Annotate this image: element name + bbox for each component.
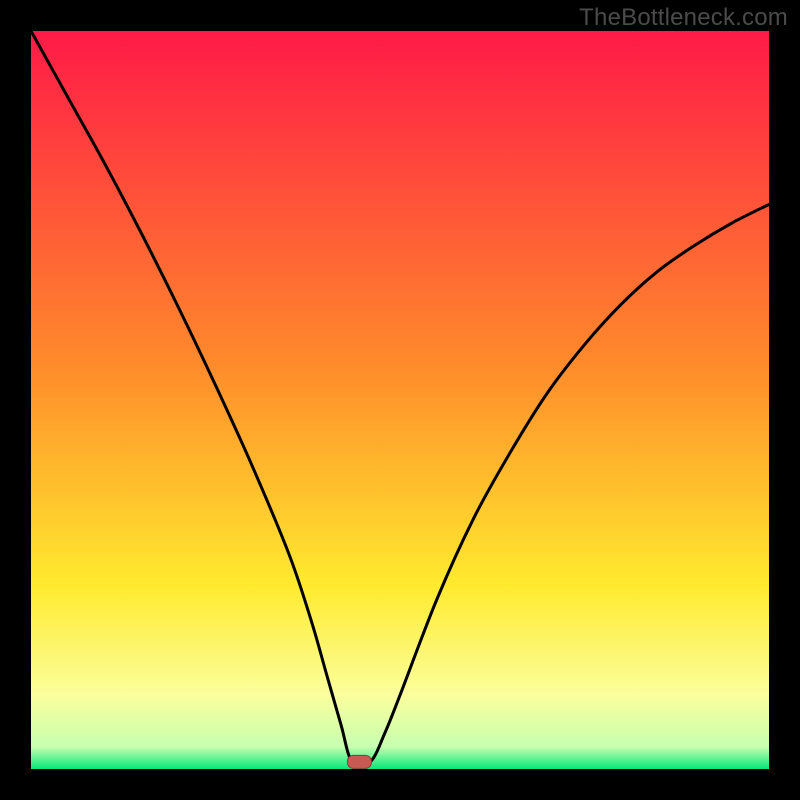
watermark-text: TheBottleneck.com xyxy=(579,4,788,32)
chart-frame: TheBottleneck.com xyxy=(0,0,800,800)
bottleneck-chart xyxy=(31,31,769,769)
gradient-background xyxy=(31,31,769,769)
optimal-point-marker xyxy=(347,755,371,768)
plot-area xyxy=(31,31,769,769)
